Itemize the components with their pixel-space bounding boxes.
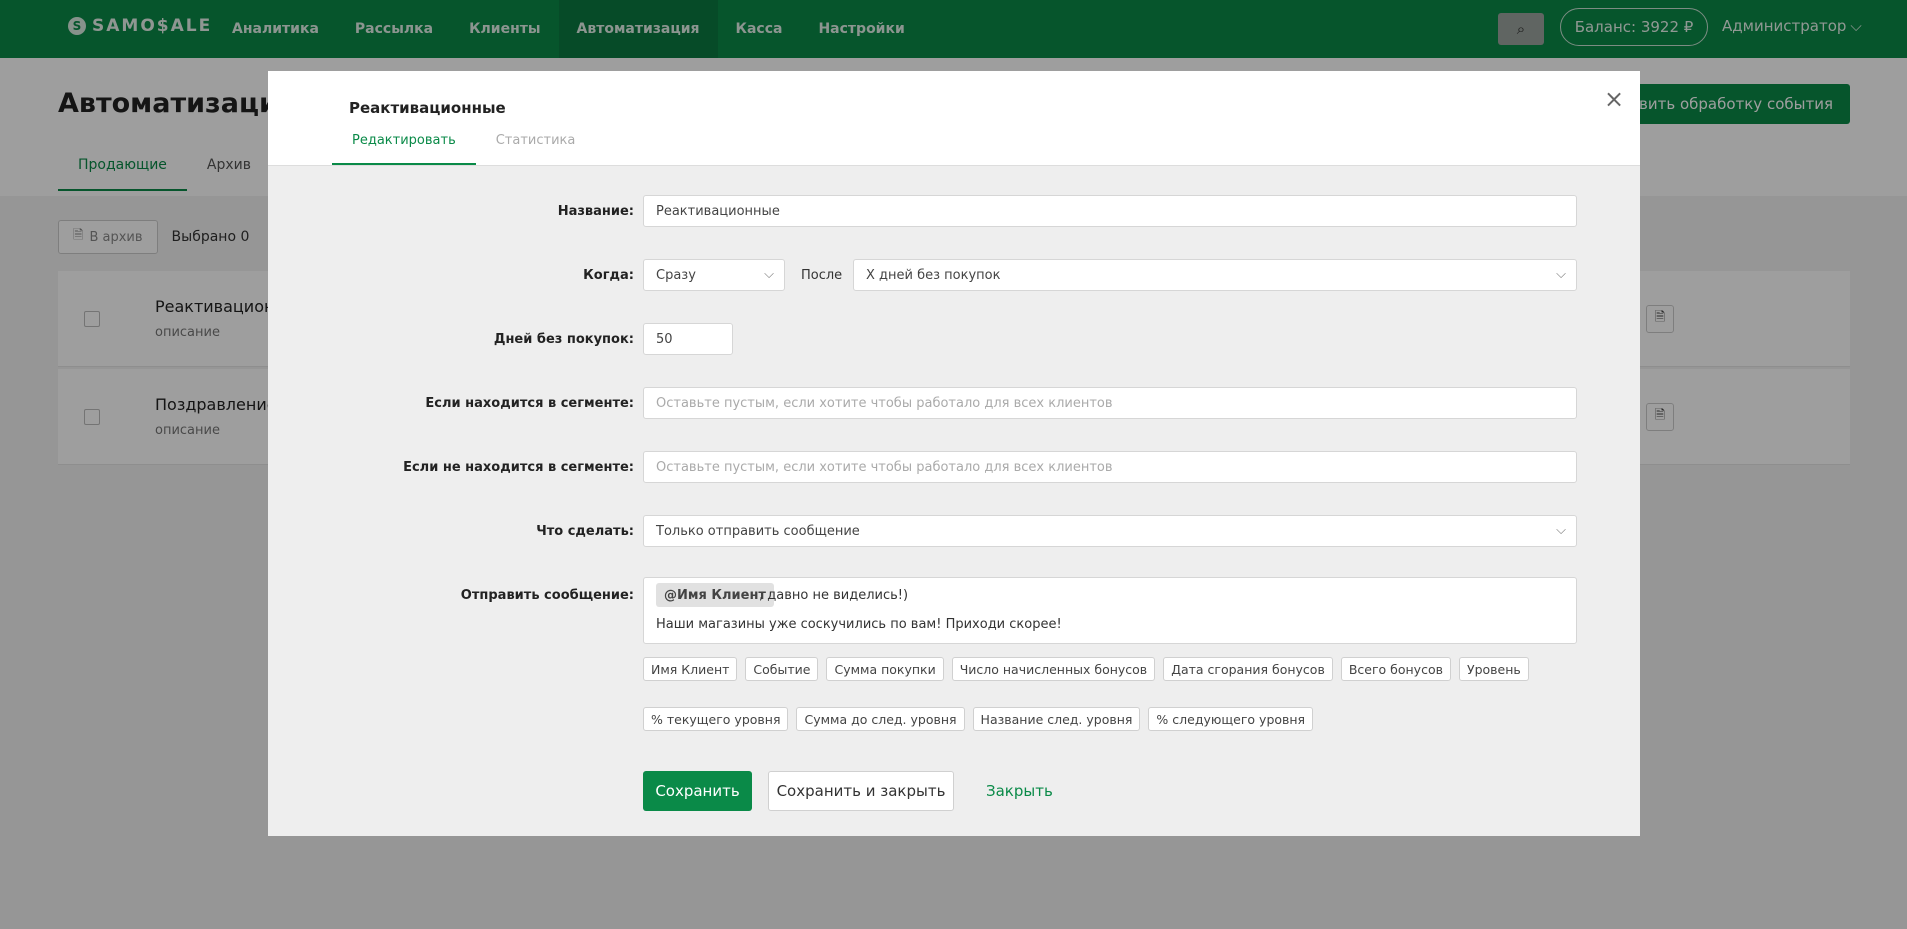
mention-tag[interactable]: @Имя Клиент bbox=[656, 583, 774, 607]
variable-chip[interactable]: Имя Клиент bbox=[643, 657, 738, 681]
name-label: Название: bbox=[557, 204, 634, 219]
modal-title: Реактивационные bbox=[349, 99, 506, 117]
variable-chip[interactable]: Всего бонусов bbox=[1340, 657, 1451, 681]
modal-tabs: Редактировать Статистика bbox=[332, 133, 595, 165]
chevron-down-icon: ⌵ bbox=[764, 267, 774, 282]
variable-chip[interactable]: Название след. уровня bbox=[972, 707, 1141, 731]
edit-modal: Реактивационные Редактировать Статистика… bbox=[268, 71, 1640, 836]
modal-header: Реактивационные Редактировать Статистика… bbox=[268, 71, 1640, 166]
not-in-segment-label: Если не находится в сегменте: bbox=[403, 460, 634, 475]
when-select-value: Сразу bbox=[656, 267, 696, 283]
days-label: Дней без покупок: bbox=[493, 332, 634, 347]
tab-statistics[interactable]: Статистика bbox=[476, 133, 596, 165]
action-label: Что сделать: bbox=[536, 524, 634, 539]
message-text-line1: , давно не виделись!) bbox=[759, 588, 909, 603]
after-label: После bbox=[801, 268, 843, 283]
variable-chip[interactable]: Уровень bbox=[1458, 657, 1529, 681]
message-editor[interactable]: @Имя Клиент , давно не виделись!) Наши м… bbox=[643, 577, 1577, 644]
variable-chip[interactable]: % следующего уровня bbox=[1148, 707, 1314, 731]
not-in-segment-input[interactable]: Оставьте пустым, если хотите чтобы работ… bbox=[643, 451, 1577, 483]
save-button[interactable]: Сохранить bbox=[643, 771, 752, 811]
when-label: Когда: bbox=[583, 268, 634, 283]
variable-chips-row2: % текущего уровня Сумма до след. уровня … bbox=[643, 707, 1314, 731]
after-select-value: Х дней без покупок bbox=[866, 267, 1001, 283]
variable-chip[interactable]: Сумма до след. уровня bbox=[796, 707, 965, 731]
variable-chip[interactable]: Дата сгорания бонусов bbox=[1163, 657, 1333, 681]
message-text-line2: Наши магазины уже соскучились по вам! Пр… bbox=[656, 617, 1062, 632]
in-segment-label: Если находится в сегменте: bbox=[425, 396, 634, 411]
variable-chip[interactable]: Событие bbox=[745, 657, 819, 681]
name-input[interactable]: Реактивационные bbox=[643, 195, 1577, 227]
when-select[interactable]: Сразу ⌵ bbox=[643, 259, 785, 291]
variable-chip[interactable]: Число начисленных бонусов bbox=[951, 657, 1156, 681]
action-select[interactable]: Только отправить сообщение ⌵ bbox=[643, 515, 1577, 547]
variable-chip[interactable]: % текущего уровня bbox=[643, 707, 789, 731]
in-segment-input[interactable]: Оставьте пустым, если хотите чтобы работ… bbox=[643, 387, 1577, 419]
after-select[interactable]: Х дней без покупок ⌵ bbox=[853, 259, 1577, 291]
variable-chips-row1: Имя Клиент Событие Сумма покупки Число н… bbox=[643, 657, 1529, 681]
days-input[interactable]: 50 bbox=[643, 323, 733, 355]
message-label: Отправить сообщение: bbox=[460, 588, 634, 603]
action-select-value: Только отправить сообщение bbox=[656, 523, 860, 539]
variable-chip[interactable]: Сумма покупки bbox=[826, 657, 944, 681]
save-and-close-button[interactable]: Сохранить и закрыть bbox=[768, 771, 954, 811]
close-button[interactable]: Закрыть bbox=[986, 782, 1053, 800]
tab-edit[interactable]: Редактировать bbox=[332, 133, 476, 165]
chevron-down-icon: ⌵ bbox=[1556, 523, 1566, 538]
close-icon[interactable]: × bbox=[1604, 87, 1624, 111]
chevron-down-icon: ⌵ bbox=[1556, 267, 1566, 282]
